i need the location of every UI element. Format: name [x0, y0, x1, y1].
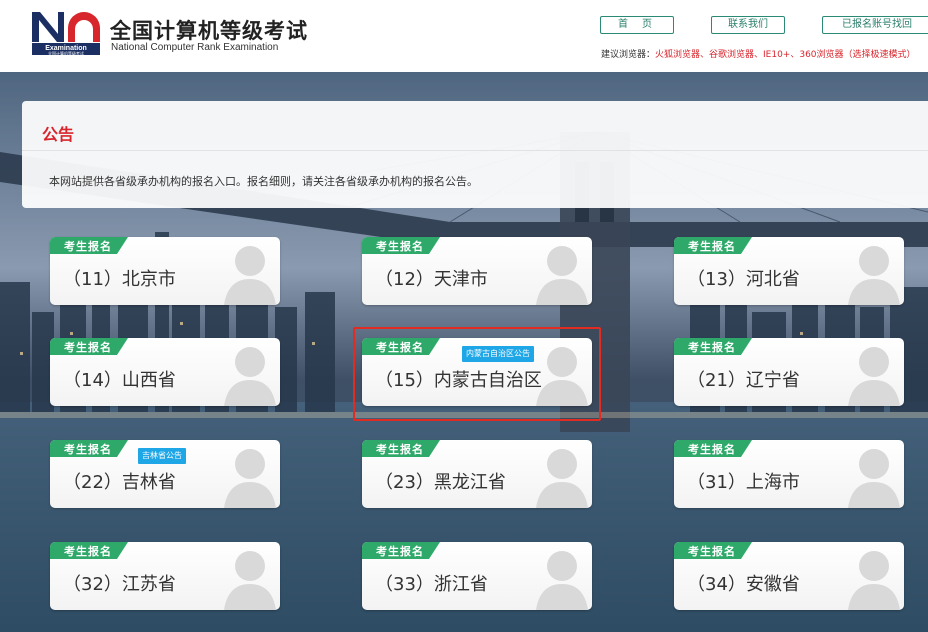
registration-tag-label: 考生报名	[64, 545, 112, 558]
ncre-logo[interactable]: Examination 全国计算机等级考试	[30, 10, 102, 56]
province-card[interactable]: 考生报名 （33）浙江省	[362, 542, 592, 610]
province-card[interactable]: 考生报名 （22）吉林省 吉林省公告	[50, 440, 280, 508]
province-name: （21）辽宁省	[687, 370, 800, 391]
province-name: （11）北京市	[63, 269, 176, 290]
announcement-text: 本网站提供各省级承办机构的报名入口。报名细则，请关注各省级承办机构的报名公告。	[49, 175, 478, 188]
registration-tag-label: 考生报名	[688, 240, 736, 253]
registration-tag-label: 考生报名	[688, 443, 736, 456]
registration-tag-label: 考生报名	[64, 240, 112, 253]
province-card[interactable]: 考生报名 （11）北京市	[50, 237, 280, 305]
province-card[interactable]: 考生报名 （13）河北省	[674, 237, 904, 305]
registration-tag-label: 考生报名	[688, 545, 736, 558]
province-card[interactable]: 考生报名 （21）辽宁省	[674, 338, 904, 406]
province-card[interactable]: 考生报名 （32）江苏省	[50, 542, 280, 610]
province-name: （34）安徽省	[687, 574, 800, 595]
province-name: （14）山西省	[63, 370, 176, 391]
registration-tag: 考生报名	[50, 542, 128, 559]
province-name: （22）吉林省	[63, 472, 176, 493]
registration-tag-label: 考生报名	[64, 443, 112, 456]
user-avatar-icon	[224, 246, 276, 305]
site-subtitle: National Computer Rank Examination	[111, 42, 279, 53]
registration-tag: 考生报名	[50, 237, 128, 254]
contact-us-button[interactable]: 联系我们	[711, 16, 785, 34]
user-avatar-icon	[224, 551, 276, 610]
registration-tag-label: 考生报名	[376, 443, 424, 456]
registration-tag: 考生报名	[362, 440, 440, 457]
user-avatar-icon	[224, 449, 276, 508]
user-avatar-icon	[848, 551, 900, 610]
registration-tag: 考生报名	[674, 542, 752, 559]
registration-tag: 考生报名	[674, 440, 752, 457]
registration-tag: 考生报名	[50, 338, 128, 355]
province-name: （23）黑龙江省	[375, 472, 506, 493]
province-card[interactable]: 考生报名 （14）山西省	[50, 338, 280, 406]
browser-tip-value: 火狐浏览器、谷歌浏览器、IE10+、360浏览器（选择极速模式）	[655, 50, 916, 60]
province-card[interactable]: 考生报名 （31）上海市	[674, 440, 904, 508]
province-name: （31）上海市	[687, 472, 800, 493]
province-name: （13）河北省	[687, 269, 800, 290]
registration-tag: 考生报名	[674, 338, 752, 355]
user-avatar-icon	[224, 347, 276, 406]
registration-tag-label: 考生报名	[64, 341, 112, 354]
registration-tag: 考生报名	[674, 237, 752, 254]
browser-tip-label: 建议浏览器：	[601, 50, 656, 60]
site-header: Examination 全国计算机等级考试 全国计算机等级考试 National…	[0, 0, 928, 72]
province-card[interactable]: 考生报名 （23）黑龙江省	[362, 440, 592, 508]
home-button[interactable]: 首页	[600, 16, 674, 34]
announcement-panel: 公告 本网站提供各省级承办机构的报名入口。报名细则，请关注各省级承办机构的报名公…	[22, 101, 928, 208]
province-card[interactable]: 考生报名 （34）安徽省	[674, 542, 904, 610]
registration-tag-label: 考生报名	[376, 240, 424, 253]
province-name: （12）天津市	[375, 269, 488, 290]
user-avatar-icon	[848, 246, 900, 305]
logo-sub-text-cn: 全国计算机等级考试	[48, 50, 84, 56]
user-avatar-icon	[848, 347, 900, 406]
registration-tag-label: 考生报名	[376, 545, 424, 558]
user-avatar-icon	[536, 246, 588, 305]
user-avatar-icon	[536, 449, 588, 508]
divider	[22, 150, 928, 151]
highlight-box	[353, 327, 601, 421]
province-card[interactable]: 考生报名 （12）天津市	[362, 237, 592, 305]
announcement-title: 公告	[42, 125, 75, 144]
registration-tag: 考生报名	[50, 440, 128, 457]
site-title: 全国计算机等级考试	[110, 19, 308, 43]
user-avatar-icon	[848, 449, 900, 508]
registration-tag: 考生报名	[362, 237, 440, 254]
province-name: （33）浙江省	[375, 574, 488, 595]
announcement-badge[interactable]: 吉林省公告	[138, 448, 186, 464]
user-avatar-icon	[536, 551, 588, 610]
browser-recommendation: 建议浏览器：火狐浏览器、谷歌浏览器、IE10+、360浏览器（选择极速模式）	[601, 47, 916, 60]
account-recovery-button[interactable]: 已报名账号找回	[822, 16, 928, 34]
top-nav: 首页 联系我们 已报名账号找回	[600, 16, 928, 34]
registration-tag-label: 考生报名	[688, 341, 736, 354]
province-name: （32）江苏省	[63, 574, 176, 595]
registration-tag: 考生报名	[362, 542, 440, 559]
